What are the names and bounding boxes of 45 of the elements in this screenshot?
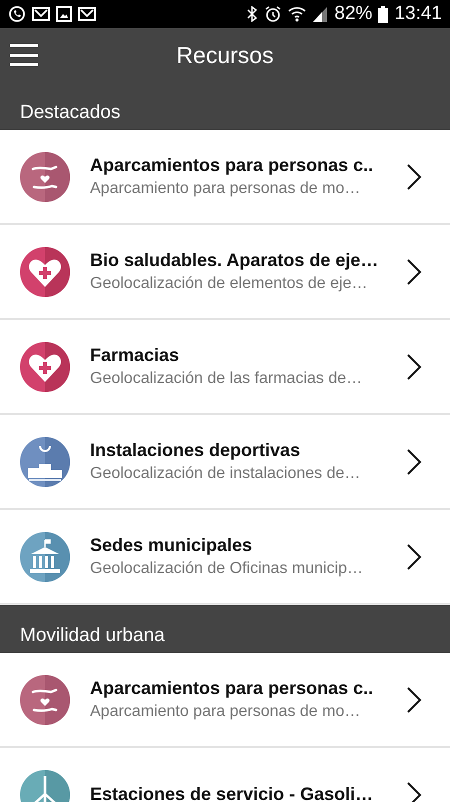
battery-percent: 82%	[334, 3, 372, 25]
item-title: Bio saludables. Aparatos de eje…	[90, 250, 380, 271]
mail-icon	[32, 6, 50, 22]
battery-icon	[378, 6, 388, 22]
item-title: Estaciones de servicio - Gasoli…	[90, 784, 374, 802]
chevron-right-icon	[406, 448, 422, 476]
building-icon	[20, 532, 70, 582]
item-title: Aparcamientos para personas c..	[90, 678, 374, 699]
item-title: Instalaciones deportivas	[90, 440, 302, 461]
resource-item[interactable]: Bio saludables. Aparatos de eje… Geolocalización de elementos de eje…	[0, 225, 450, 320]
section-title: Destacados	[20, 102, 120, 124]
podium-icon	[20, 436, 70, 486]
heart-cross-icon	[20, 246, 70, 296]
item-subtitle: Geolocalización de elementos de eje…	[90, 275, 368, 293]
mail-icon	[78, 6, 96, 22]
resource-item[interactable]: Instalaciones deportivas Geolocalización de instalaciones de…	[0, 415, 450, 510]
chevron-right-icon	[406, 686, 422, 714]
item-subtitle: Geolocalización de Oficinas municip…	[90, 560, 364, 578]
signal-icon	[312, 6, 328, 22]
chevron-right-icon	[406, 162, 422, 190]
item-subtitle: Aparcamiento para personas de mo…	[90, 180, 362, 198]
item-title: Farmacias	[90, 345, 180, 366]
item-title: Aparcamientos para personas c..	[90, 155, 374, 176]
chevron-right-icon	[406, 780, 422, 802]
resource-item[interactable]: Farmacias Geolocalización de las farmacias de…	[0, 320, 450, 415]
resource-item[interactable]: Aparcamientos para personas c.. Aparcamiento para personas de mo…	[0, 653, 450, 748]
bluetooth-icon	[246, 6, 258, 22]
item-title: Sedes municipales	[90, 535, 254, 556]
image-icon	[56, 6, 72, 22]
heart-cross-icon	[20, 342, 70, 392]
chevron-right-icon	[406, 352, 422, 380]
resource-item[interactable]: Aparcamientos para personas c.. Aparcamiento para personas de mo…	[0, 130, 450, 225]
clock-time: 13:41	[394, 3, 442, 25]
menu-icon[interactable]	[10, 44, 38, 66]
item-subtitle: Geolocalización de las farmacias de…	[90, 370, 364, 388]
chevron-right-icon	[406, 258, 422, 286]
wifi-icon	[288, 6, 306, 22]
chat-icon	[8, 5, 26, 23]
resource-item[interactable]: Estaciones de servicio - Gasoli…	[0, 748, 450, 802]
item-subtitle: Aparcamiento para personas de mo…	[90, 703, 362, 721]
screen-title: Recursos	[176, 42, 274, 68]
chevron-right-icon	[406, 542, 422, 570]
item-subtitle: Geolocalización de instalaciones de…	[90, 465, 362, 483]
alarm-icon	[264, 5, 282, 23]
section-title: Movilidad urbana	[20, 625, 165, 647]
